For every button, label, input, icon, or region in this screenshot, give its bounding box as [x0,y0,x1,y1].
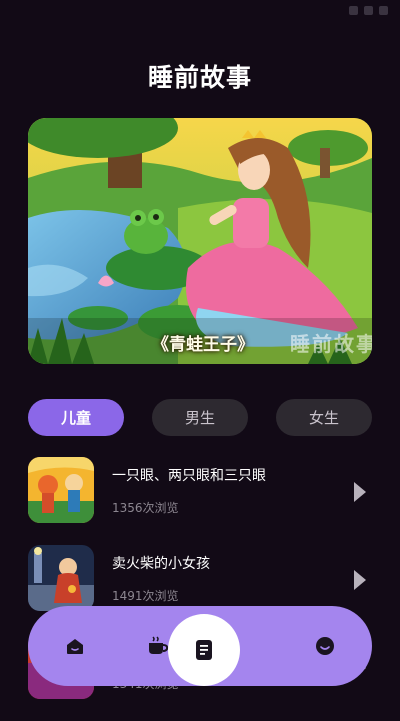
play-arrow-icon[interactable] [354,482,366,502]
story-item[interactable]: 一只眼、两只眼和三只眼 1356次浏览 [28,457,372,545]
story-view-count: 1356次浏览 [112,501,179,515]
battery-icon [379,6,388,15]
featured-story-banner[interactable]: 《青蛙王子》 睡前故事 [28,118,372,364]
story-thumbnail [28,545,94,611]
tab-boys[interactable]: 男生 [152,399,248,436]
coffee-cup-icon [149,636,169,654]
story-title: 卖火柴的小女孩 [112,556,210,572]
signal-icon [349,6,358,15]
status-icons [349,6,388,15]
nav-profile-button[interactable] [309,630,341,662]
home-icon [67,639,83,654]
wifi-icon [364,6,373,15]
page-title: 睡前故事 [147,63,252,92]
smiley-icon [316,637,334,655]
story-thumbnail [28,457,94,523]
story-view-count: 1491次浏览 [112,589,179,603]
banner-caption: 《青蛙王子》 [152,335,254,355]
category-tabs: 儿童 男生 女生 [28,399,372,436]
nav-stories-button[interactable] [168,614,240,686]
play-arrow-icon[interactable] [354,570,366,590]
story-title: 一只眼、两只眼和三只眼 [112,468,266,484]
nav-home-button[interactable] [59,630,91,662]
status-bar [0,0,400,22]
document-icon [196,640,212,660]
bottom-nav-bar [28,606,372,686]
banner-watermark: 睡前故事 [290,332,372,356]
tab-children[interactable]: 儿童 [28,399,124,436]
tab-girls[interactable]: 女生 [276,399,372,436]
